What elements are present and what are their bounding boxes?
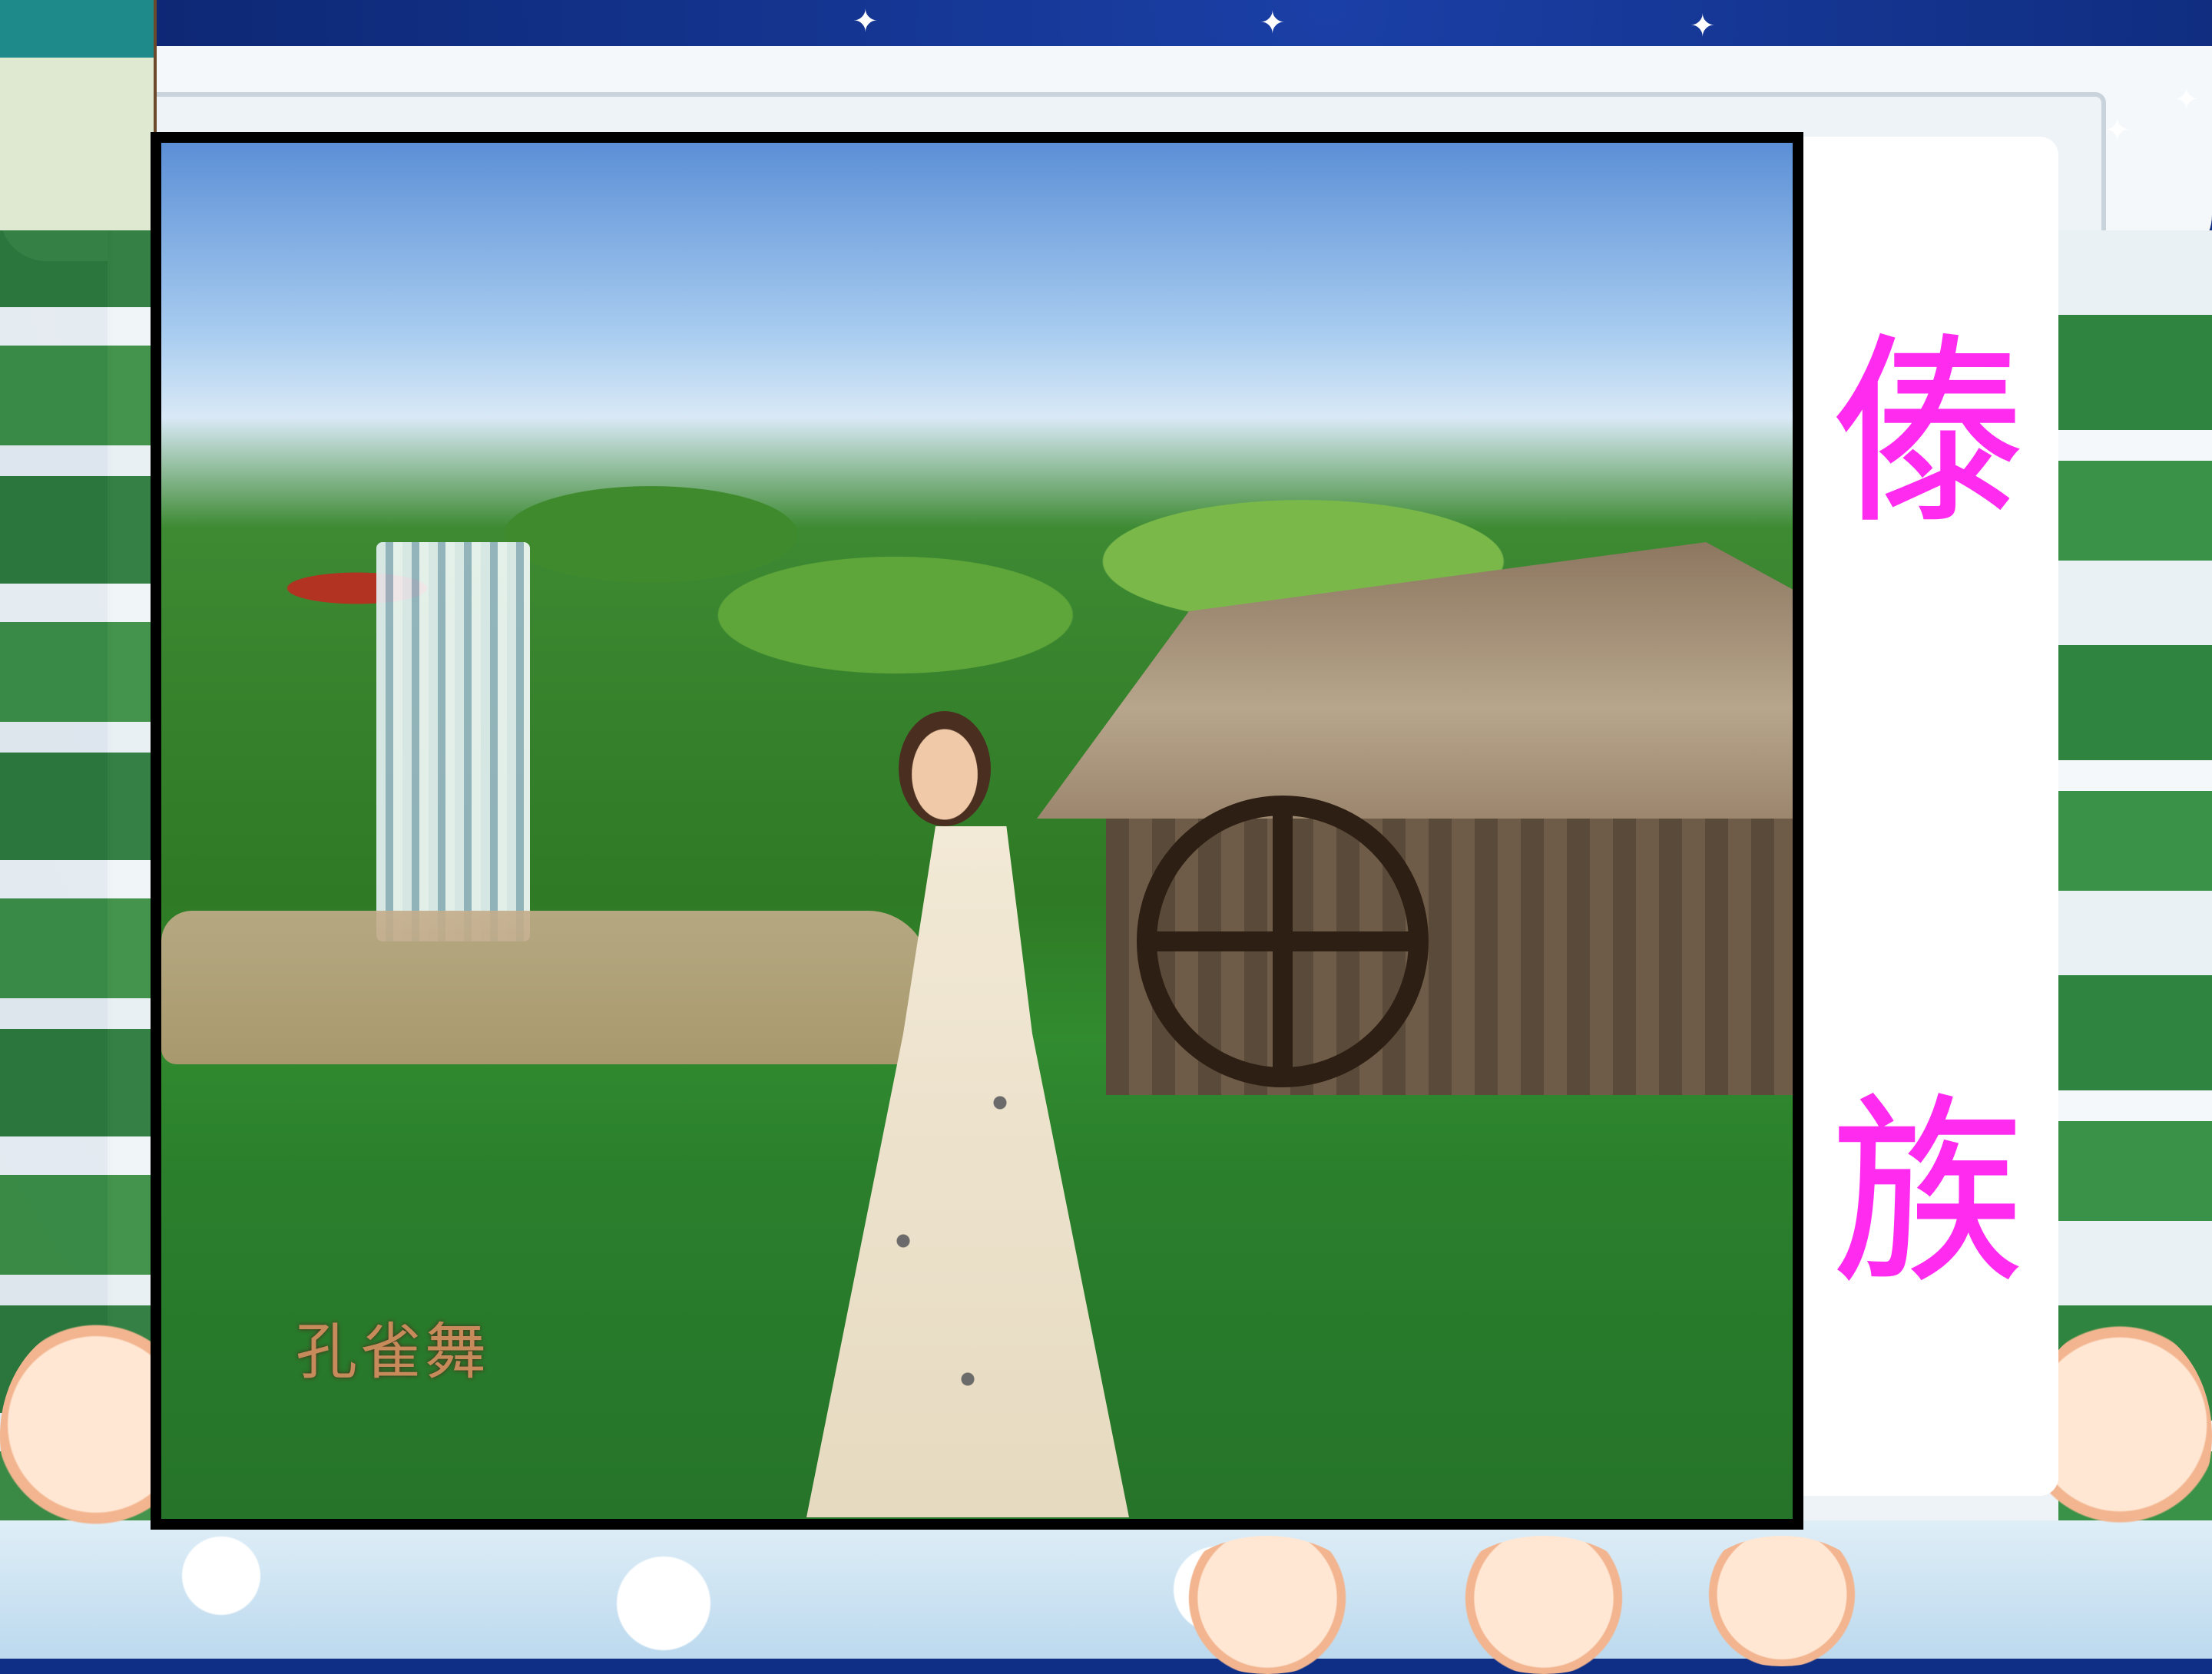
star-icon: ✦ bbox=[1690, 8, 1716, 44]
star-icon: ✦ bbox=[1260, 5, 1286, 41]
star-icon: ✦ bbox=[853, 4, 879, 39]
snow-clouds-bottom bbox=[0, 1520, 2212, 1659]
title-char-2: 族 bbox=[1831, 1076, 2025, 1312]
snow-house-illustration bbox=[0, 0, 157, 230]
slide-stage: ✦ ✦ ✦ ✦ ✦ 孔雀舞 傣 族 bbox=[0, 0, 2212, 1674]
cartoon-kid-center-2 bbox=[1444, 1536, 1644, 1674]
cartoon-kid-center bbox=[1167, 1536, 1367, 1674]
video-water-wheel bbox=[1137, 796, 1429, 1087]
cartoon-kid-bunny bbox=[1690, 1536, 1874, 1666]
video-caption: 孔雀舞 bbox=[296, 1316, 489, 1388]
star-icon: ✦ bbox=[2104, 113, 2131, 148]
video-dancer-head bbox=[899, 711, 991, 826]
video-frame: 孔雀舞 bbox=[161, 143, 1793, 1519]
video-player[interactable]: 孔雀舞 bbox=[151, 132, 1803, 1530]
slide-title: 傣 族 bbox=[1828, 332, 2028, 1295]
video-waterfall bbox=[376, 542, 530, 941]
title-char-1: 傣 bbox=[1831, 316, 2025, 551]
star-icon: ✦ bbox=[2174, 82, 2200, 117]
video-rocks bbox=[161, 911, 929, 1064]
